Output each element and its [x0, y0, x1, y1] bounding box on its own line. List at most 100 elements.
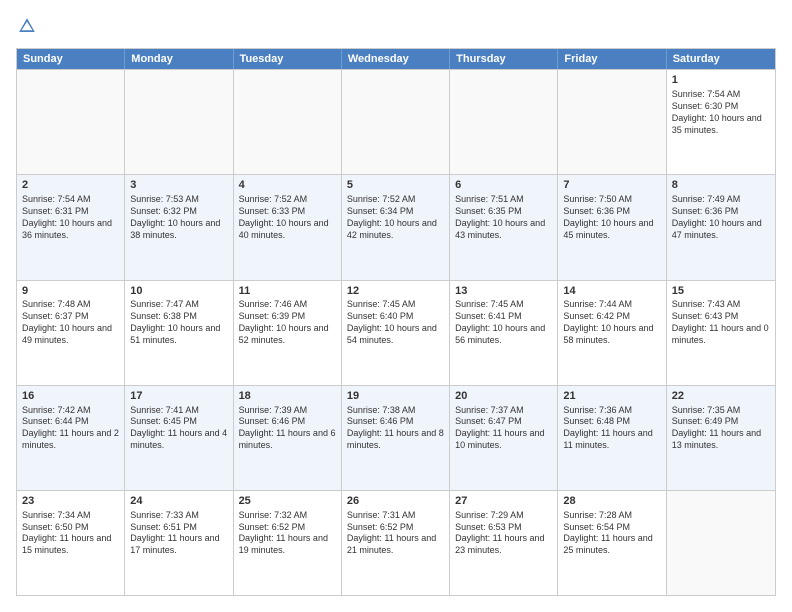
calendar-page: SundayMondayTuesdayWednesdayThursdayFrid…	[0, 0, 792, 612]
day-info: Sunrise: 7:42 AM Sunset: 6:44 PM Dayligh…	[22, 405, 119, 453]
calendar-cell-day-2: 2Sunrise: 7:54 AM Sunset: 6:31 PM Daylig…	[17, 175, 125, 279]
logo	[16, 16, 36, 40]
calendar-cell-day-25: 25Sunrise: 7:32 AM Sunset: 6:52 PM Dayli…	[234, 491, 342, 595]
calendar-header: SundayMondayTuesdayWednesdayThursdayFrid…	[17, 49, 775, 69]
day-number: 6	[455, 178, 552, 193]
day-number: 23	[22, 494, 119, 509]
day-number: 16	[22, 389, 119, 404]
calendar-cell-day-19: 19Sunrise: 7:38 AM Sunset: 6:46 PM Dayli…	[342, 386, 450, 490]
day-info: Sunrise: 7:44 AM Sunset: 6:42 PM Dayligh…	[563, 299, 660, 347]
day-number: 20	[455, 389, 552, 404]
weekday-header-thursday: Thursday	[450, 49, 558, 69]
weekday-header-friday: Friday	[558, 49, 666, 69]
day-number: 25	[239, 494, 336, 509]
calendar-cell-empty	[450, 70, 558, 174]
calendar-cell-day-24: 24Sunrise: 7:33 AM Sunset: 6:51 PM Dayli…	[125, 491, 233, 595]
calendar-body: 1Sunrise: 7:54 AM Sunset: 6:30 PM Daylig…	[17, 69, 775, 595]
calendar-cell-empty	[234, 70, 342, 174]
day-info: Sunrise: 7:48 AM Sunset: 6:37 PM Dayligh…	[22, 299, 119, 347]
day-info: Sunrise: 7:47 AM Sunset: 6:38 PM Dayligh…	[130, 299, 227, 347]
weekday-header-tuesday: Tuesday	[234, 49, 342, 69]
day-info: Sunrise: 7:49 AM Sunset: 6:36 PM Dayligh…	[672, 194, 770, 242]
weekday-header-monday: Monday	[125, 49, 233, 69]
day-number: 8	[672, 178, 770, 193]
calendar-cell-empty	[342, 70, 450, 174]
calendar-cell-day-20: 20Sunrise: 7:37 AM Sunset: 6:47 PM Dayli…	[450, 386, 558, 490]
calendar-cell-day-4: 4Sunrise: 7:52 AM Sunset: 6:33 PM Daylig…	[234, 175, 342, 279]
calendar-cell-empty	[17, 70, 125, 174]
day-info: Sunrise: 7:52 AM Sunset: 6:34 PM Dayligh…	[347, 194, 444, 242]
day-info: Sunrise: 7:41 AM Sunset: 6:45 PM Dayligh…	[130, 405, 227, 453]
day-number: 22	[672, 389, 770, 404]
weekday-header-wednesday: Wednesday	[342, 49, 450, 69]
day-number: 11	[239, 284, 336, 299]
calendar-row-4: 23Sunrise: 7:34 AM Sunset: 6:50 PM Dayli…	[17, 490, 775, 595]
calendar-row-3: 16Sunrise: 7:42 AM Sunset: 6:44 PM Dayli…	[17, 385, 775, 490]
day-number: 7	[563, 178, 660, 193]
day-info: Sunrise: 7:39 AM Sunset: 6:46 PM Dayligh…	[239, 405, 336, 453]
day-info: Sunrise: 7:31 AM Sunset: 6:52 PM Dayligh…	[347, 510, 444, 558]
calendar-cell-empty	[125, 70, 233, 174]
calendar-cell-day-22: 22Sunrise: 7:35 AM Sunset: 6:49 PM Dayli…	[667, 386, 775, 490]
day-info: Sunrise: 7:37 AM Sunset: 6:47 PM Dayligh…	[455, 405, 552, 453]
day-info: Sunrise: 7:33 AM Sunset: 6:51 PM Dayligh…	[130, 510, 227, 558]
day-info: Sunrise: 7:34 AM Sunset: 6:50 PM Dayligh…	[22, 510, 119, 558]
calendar-cell-day-17: 17Sunrise: 7:41 AM Sunset: 6:45 PM Dayli…	[125, 386, 233, 490]
calendar-cell-day-7: 7Sunrise: 7:50 AM Sunset: 6:36 PM Daylig…	[558, 175, 666, 279]
day-number: 13	[455, 284, 552, 299]
calendar-cell-empty	[558, 70, 666, 174]
calendar-cell-day-9: 9Sunrise: 7:48 AM Sunset: 6:37 PM Daylig…	[17, 281, 125, 385]
day-info: Sunrise: 7:43 AM Sunset: 6:43 PM Dayligh…	[672, 299, 770, 347]
calendar-cell-day-5: 5Sunrise: 7:52 AM Sunset: 6:34 PM Daylig…	[342, 175, 450, 279]
day-number: 17	[130, 389, 227, 404]
day-number: 18	[239, 389, 336, 404]
day-info: Sunrise: 7:51 AM Sunset: 6:35 PM Dayligh…	[455, 194, 552, 242]
day-number: 27	[455, 494, 552, 509]
day-number: 12	[347, 284, 444, 299]
page-header	[16, 16, 776, 40]
day-number: 14	[563, 284, 660, 299]
calendar-cell-day-18: 18Sunrise: 7:39 AM Sunset: 6:46 PM Dayli…	[234, 386, 342, 490]
day-number: 10	[130, 284, 227, 299]
weekday-header-sunday: Sunday	[17, 49, 125, 69]
day-number: 26	[347, 494, 444, 509]
day-number: 19	[347, 389, 444, 404]
day-number: 15	[672, 284, 770, 299]
calendar-cell-day-3: 3Sunrise: 7:53 AM Sunset: 6:32 PM Daylig…	[125, 175, 233, 279]
calendar-cell-day-14: 14Sunrise: 7:44 AM Sunset: 6:42 PM Dayli…	[558, 281, 666, 385]
calendar-cell-day-13: 13Sunrise: 7:45 AM Sunset: 6:41 PM Dayli…	[450, 281, 558, 385]
weekday-header-saturday: Saturday	[667, 49, 775, 69]
calendar-cell-day-23: 23Sunrise: 7:34 AM Sunset: 6:50 PM Dayli…	[17, 491, 125, 595]
day-number: 21	[563, 389, 660, 404]
calendar-cell-day-15: 15Sunrise: 7:43 AM Sunset: 6:43 PM Dayli…	[667, 281, 775, 385]
day-info: Sunrise: 7:53 AM Sunset: 6:32 PM Dayligh…	[130, 194, 227, 242]
calendar-row-1: 2Sunrise: 7:54 AM Sunset: 6:31 PM Daylig…	[17, 174, 775, 279]
calendar-row-0: 1Sunrise: 7:54 AM Sunset: 6:30 PM Daylig…	[17, 69, 775, 174]
calendar-cell-day-1: 1Sunrise: 7:54 AM Sunset: 6:30 PM Daylig…	[667, 70, 775, 174]
day-info: Sunrise: 7:54 AM Sunset: 6:30 PM Dayligh…	[672, 89, 770, 137]
calendar-grid: SundayMondayTuesdayWednesdayThursdayFrid…	[16, 48, 776, 596]
day-number: 4	[239, 178, 336, 193]
day-number: 9	[22, 284, 119, 299]
logo-icon	[18, 17, 36, 35]
day-number: 5	[347, 178, 444, 193]
calendar-cell-day-26: 26Sunrise: 7:31 AM Sunset: 6:52 PM Dayli…	[342, 491, 450, 595]
day-info: Sunrise: 7:45 AM Sunset: 6:40 PM Dayligh…	[347, 299, 444, 347]
day-number: 3	[130, 178, 227, 193]
calendar-cell-day-21: 21Sunrise: 7:36 AM Sunset: 6:48 PM Dayli…	[558, 386, 666, 490]
day-info: Sunrise: 7:52 AM Sunset: 6:33 PM Dayligh…	[239, 194, 336, 242]
day-info: Sunrise: 7:35 AM Sunset: 6:49 PM Dayligh…	[672, 405, 770, 453]
day-info: Sunrise: 7:32 AM Sunset: 6:52 PM Dayligh…	[239, 510, 336, 558]
day-info: Sunrise: 7:50 AM Sunset: 6:36 PM Dayligh…	[563, 194, 660, 242]
calendar-cell-day-27: 27Sunrise: 7:29 AM Sunset: 6:53 PM Dayli…	[450, 491, 558, 595]
day-info: Sunrise: 7:46 AM Sunset: 6:39 PM Dayligh…	[239, 299, 336, 347]
calendar-cell-day-10: 10Sunrise: 7:47 AM Sunset: 6:38 PM Dayli…	[125, 281, 233, 385]
day-number: 28	[563, 494, 660, 509]
day-info: Sunrise: 7:54 AM Sunset: 6:31 PM Dayligh…	[22, 194, 119, 242]
calendar-cell-empty	[667, 491, 775, 595]
day-info: Sunrise: 7:29 AM Sunset: 6:53 PM Dayligh…	[455, 510, 552, 558]
day-info: Sunrise: 7:36 AM Sunset: 6:48 PM Dayligh…	[563, 405, 660, 453]
calendar-cell-day-12: 12Sunrise: 7:45 AM Sunset: 6:40 PM Dayli…	[342, 281, 450, 385]
calendar-cell-day-11: 11Sunrise: 7:46 AM Sunset: 6:39 PM Dayli…	[234, 281, 342, 385]
day-info: Sunrise: 7:38 AM Sunset: 6:46 PM Dayligh…	[347, 405, 444, 453]
